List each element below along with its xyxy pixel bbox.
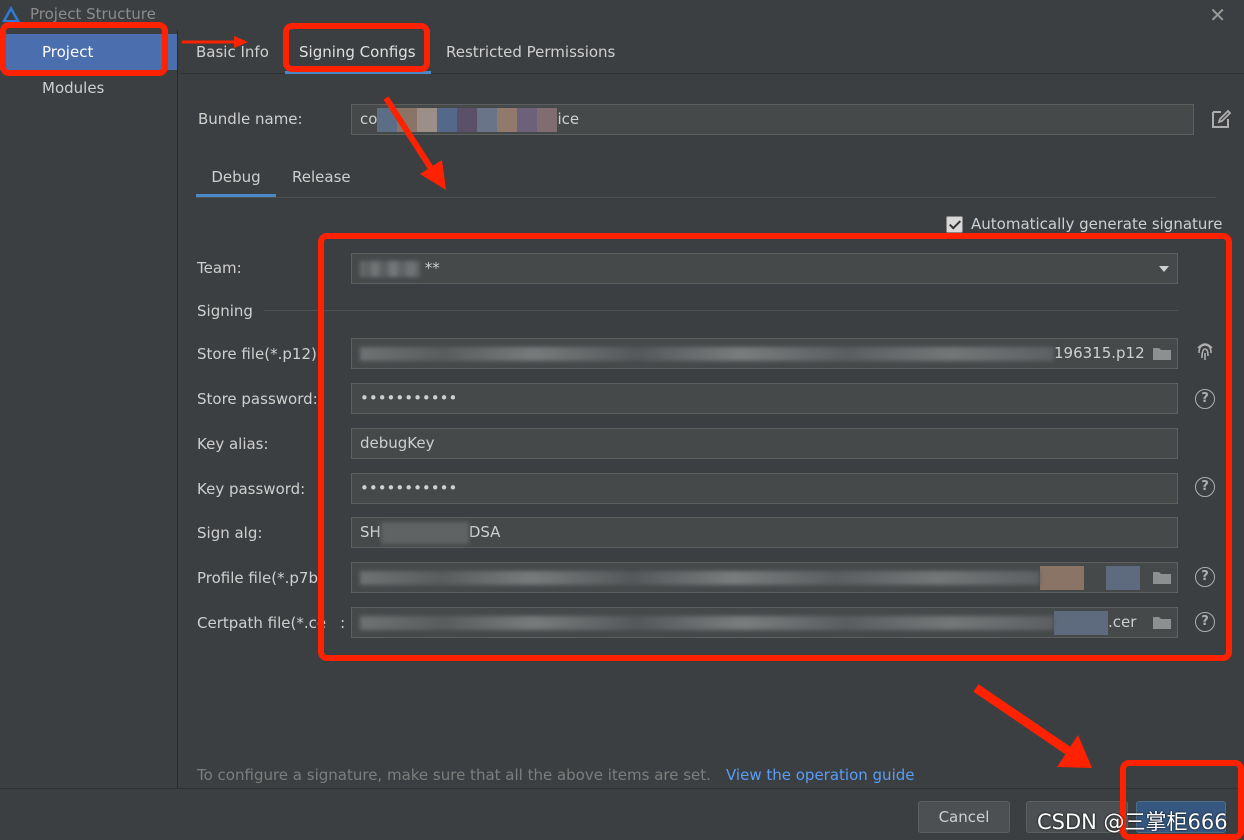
auto-sign-checkbox[interactable] [946,215,963,233]
cancel-button[interactable]: Cancel [918,801,1010,833]
signing-subtabs: Debug Release [196,160,1216,198]
close-icon[interactable]: ✕ [1209,3,1226,27]
bundle-name-field[interactable]: co ice [351,104,1194,135]
annotation-arrow [973,684,1073,756]
active-subtab-indicator [196,194,276,197]
bundle-name-prefix: co [360,110,378,128]
bundle-name-suffix: ice [557,110,580,128]
title-bar: Project Structure ✕ [0,0,1244,30]
window-title: Project Structure [30,5,156,23]
tab-debug[interactable]: Debug [196,160,276,196]
sign-alg-label: Sign alg: [197,524,263,542]
auto-sign-label: Automatically generate signature [971,215,1223,233]
profile-file-label: Profile file(*.p7b) [197,569,324,587]
signing-section-label: Signing [197,302,253,320]
auto-sign-option[interactable]: Automatically generate signature [946,214,1222,234]
annotation-box-form [318,233,1232,661]
key-password-label: Key password: [197,480,306,498]
edit-icon[interactable] [1210,108,1232,130]
operation-guide-link[interactable]: View the operation guide [726,766,914,784]
team-label: Team: [197,259,242,277]
watermark: CSDN @三掌柜666 [1037,810,1228,834]
store-file-label: Store file(*.p12): [197,345,322,363]
annotation-arrowhead [1057,735,1092,768]
footer-note: To configure a signature, make sure that… [197,766,711,784]
sidebar: Project Modules [0,30,178,788]
key-alias-label: Key alias: [197,435,269,453]
tab-restricted-permissions[interactable]: Restricted Permissions [446,30,615,74]
certpath-label-head: Certpath file(*.ce [197,614,327,632]
app-logo-icon [2,6,20,22]
tab-release[interactable]: Release [292,160,351,196]
redacted-mosaic [377,107,558,132]
store-password-label: Store password: [197,390,318,408]
tab-basic-info[interactable]: Basic Info [196,30,269,74]
annotation-box-project [0,22,168,76]
bundle-name-label: Bundle name: [198,110,303,128]
annotation-box-signing-tab [283,23,430,72]
